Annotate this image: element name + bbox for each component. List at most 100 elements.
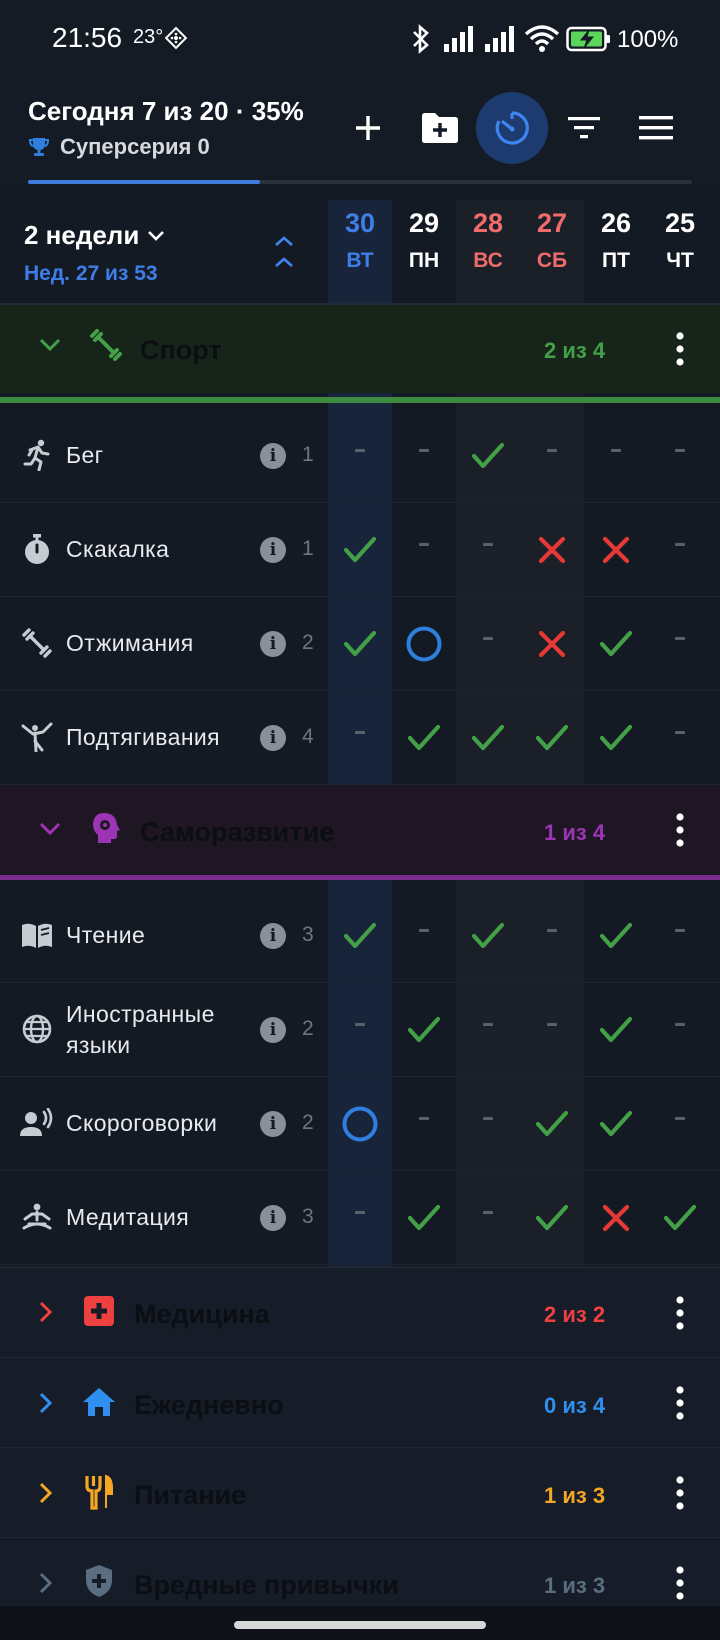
more-options-icon[interactable] — [665, 324, 695, 374]
chevron-down-icon[interactable] — [38, 337, 62, 353]
more-options-icon[interactable] — [665, 805, 695, 855]
habit-cell-check[interactable] — [328, 503, 392, 597]
habit-cell-check[interactable] — [648, 1171, 712, 1265]
day-name: ВТ — [346, 249, 374, 272]
group-title: Вредные привычки — [134, 1570, 399, 1600]
info-icon[interactable]: i — [260, 1205, 286, 1231]
habit-cell-check[interactable] — [392, 691, 456, 785]
chevron-right-icon[interactable] — [38, 1300, 54, 1324]
more-options-icon[interactable] — [665, 1288, 695, 1338]
info-icon[interactable]: i — [260, 923, 286, 949]
day-column-header[interactable]: 27 СБ — [520, 200, 584, 303]
info-icon[interactable]: i — [260, 631, 286, 657]
timer-button[interactable] — [476, 92, 548, 164]
habit-cell-check[interactable] — [456, 691, 520, 785]
habit-cell-dash[interactable] — [328, 983, 392, 1077]
habit-cell-circle[interactable] — [328, 1077, 392, 1171]
habit-row[interactable]: Скороговорки i 2 — [0, 1077, 720, 1171]
habit-cell-dash[interactable] — [456, 983, 520, 1077]
habit-cell-check[interactable] — [456, 889, 520, 983]
superseries[interactable]: Суперсерия 0 — [28, 134, 210, 160]
habit-cell-dash[interactable] — [648, 691, 712, 785]
habit-row[interactable]: Подтягивания i 4 — [0, 691, 720, 785]
day-column-header[interactable]: 29 ПН — [392, 200, 456, 303]
habit-cell-dash[interactable] — [456, 503, 520, 597]
habit-cell-check[interactable] — [520, 691, 584, 785]
habit-cell-check[interactable] — [520, 1077, 584, 1171]
habit-cell-dash[interactable] — [392, 889, 456, 983]
habit-cell-dash[interactable] — [584, 409, 648, 503]
home-gesture-pill[interactable] — [234, 1621, 486, 1629]
habit-cell-check[interactable] — [520, 1171, 584, 1265]
habit-cell-dash[interactable] — [648, 409, 712, 503]
group-selfdev[interactable]: Саморазвитие 1 из 4 — [0, 785, 720, 880]
habit-cell-dash[interactable] — [648, 983, 712, 1077]
habit-cell-dash[interactable] — [392, 1077, 456, 1171]
habit-cell-dash[interactable] — [456, 1171, 520, 1265]
info-icon[interactable]: i — [260, 537, 286, 563]
habit-cell-check[interactable] — [584, 983, 648, 1077]
habit-cell-dash[interactable] — [520, 409, 584, 503]
habit-cell-cross[interactable] — [584, 1171, 648, 1265]
habit-row[interactable]: Иностранные языки i 2 — [0, 983, 720, 1077]
more-options-icon[interactable] — [665, 1558, 695, 1608]
day-column-header[interactable]: 26 ПТ — [584, 200, 648, 303]
chevron-right-icon[interactable] — [38, 1481, 54, 1505]
info-icon[interactable]: i — [260, 725, 286, 751]
group-count: 2 из 2 — [544, 1302, 606, 1327]
habit-cell-check[interactable] — [392, 1171, 456, 1265]
day-column-header[interactable]: 25 ЧТ — [648, 200, 712, 303]
habit-row[interactable]: Отжимания i 2 — [0, 597, 720, 691]
cross-icon — [602, 1204, 630, 1232]
habit-cell-dash[interactable] — [328, 409, 392, 503]
habit-cell-dash[interactable] — [520, 889, 584, 983]
more-options-icon[interactable] — [665, 1378, 695, 1428]
habit-cell-dash[interactable] — [392, 409, 456, 503]
info-icon[interactable]: i — [260, 1017, 286, 1043]
habit-row[interactable]: Бег i 1 — [0, 409, 720, 503]
period-selector[interactable]: 2 недели — [24, 220, 165, 251]
habit-cell-dash[interactable] — [328, 1171, 392, 1265]
habit-cell-cross[interactable] — [520, 597, 584, 691]
habit-cell-check[interactable] — [584, 1077, 648, 1171]
habit-cell-cross[interactable] — [584, 503, 648, 597]
habit-cell-dash[interactable] — [648, 1077, 712, 1171]
habit-cell-dash[interactable] — [328, 691, 392, 785]
info-icon[interactable]: i — [260, 1111, 286, 1137]
more-options-icon[interactable] — [665, 1468, 695, 1518]
habit-cell-dash[interactable] — [520, 983, 584, 1077]
add-folder-button[interactable] — [408, 96, 472, 160]
habit-cell-check[interactable] — [328, 597, 392, 691]
collapse-all-button[interactable] — [266, 232, 302, 272]
group-daily[interactable]: Ежедневно 0 из 4 — [0, 1357, 720, 1447]
habit-cell-dash[interactable] — [648, 503, 712, 597]
habit-cell-dash[interactable] — [392, 503, 456, 597]
menu-button[interactable] — [624, 96, 688, 160]
habit-cell-check[interactable] — [328, 889, 392, 983]
group-food[interactable]: Питание 1 из 3 — [0, 1447, 720, 1537]
habit-cell-dash[interactable] — [456, 1077, 520, 1171]
chevron-down-icon[interactable] — [38, 821, 62, 837]
habit-cell-check[interactable] — [584, 597, 648, 691]
habit-row[interactable]: Медитация i 3 — [0, 1171, 720, 1265]
filter-button[interactable] — [552, 96, 616, 160]
habit-cell-check[interactable] — [456, 409, 520, 503]
habit-cell-circle[interactable] — [392, 597, 456, 691]
chevron-right-icon[interactable] — [38, 1391, 54, 1415]
habit-cell-dash[interactable] — [648, 889, 712, 983]
info-icon[interactable]: i — [260, 443, 286, 469]
habit-cell-dash[interactable] — [648, 597, 712, 691]
habit-cell-check[interactable] — [584, 889, 648, 983]
day-column-header[interactable]: 28 ВС — [456, 200, 520, 303]
add-habit-button[interactable] — [336, 96, 400, 160]
habit-cell-check[interactable] — [392, 983, 456, 1077]
group-medicine[interactable]: Медицина 2 из 2 — [0, 1267, 720, 1357]
habit-cell-cross[interactable] — [520, 503, 584, 597]
habit-row[interactable]: Чтение i 3 — [0, 889, 720, 983]
group-sport[interactable]: Спорт 2 из 4 — [0, 305, 720, 403]
chevron-right-icon[interactable] — [38, 1571, 54, 1595]
habit-row[interactable]: Скакалка i 1 — [0, 503, 720, 597]
day-column-header[interactable]: 30 ВТ — [328, 200, 392, 303]
habit-cell-check[interactable] — [584, 691, 648, 785]
habit-cell-dash[interactable] — [456, 597, 520, 691]
